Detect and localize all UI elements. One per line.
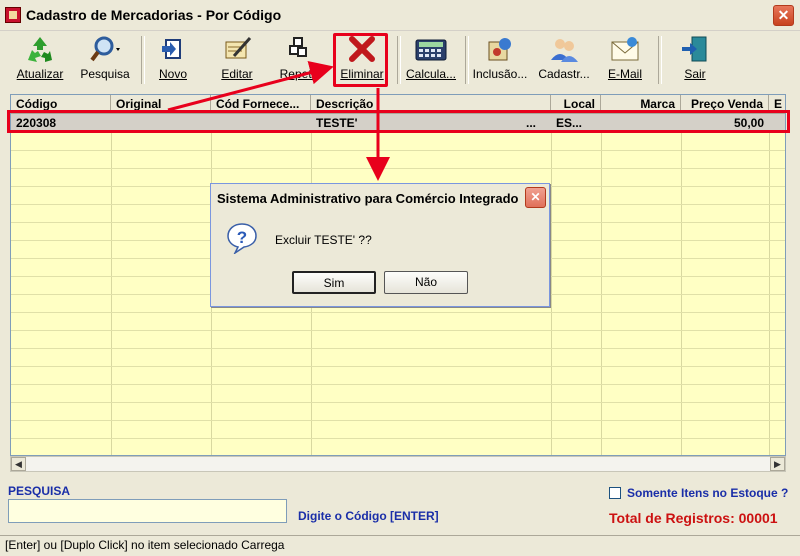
svg-text:?: ?	[237, 228, 247, 247]
yes-button[interactable]: Sim	[292, 271, 376, 294]
horizontal-scrollbar[interactable]: ◀ ▶	[10, 456, 786, 472]
question-icon: ?	[226, 222, 258, 256]
status-text: [Enter] ou [Duplo Click] no item selecio…	[5, 538, 285, 552]
confirm-dialog: Sistema Administrativo para Comércio Int…	[210, 183, 550, 307]
dialog-title: Sistema Administrativo para Comércio Int…	[217, 191, 519, 206]
search-hint: Digite o Código [ENTER]	[298, 509, 439, 523]
stock-only-checkbox[interactable]	[609, 487, 621, 499]
dialog-close-button[interactable]: ✕	[525, 187, 546, 208]
no-button[interactable]: Não	[384, 271, 468, 294]
dialog-message: Excluir TESTE' ??	[275, 233, 372, 247]
stock-only-label[interactable]: Somente Itens no Estoque ?	[627, 486, 788, 500]
scroll-right-icon[interactable]: ▶	[770, 457, 785, 471]
scroll-left-icon[interactable]: ◀	[11, 457, 26, 471]
total-records: Total de Registros: 00001	[609, 510, 778, 526]
search-label: PESQUISA	[8, 484, 71, 498]
dialog-title-bar: Sistema Administrativo para Comércio Int…	[211, 184, 549, 212]
search-input[interactable]	[8, 499, 287, 523]
